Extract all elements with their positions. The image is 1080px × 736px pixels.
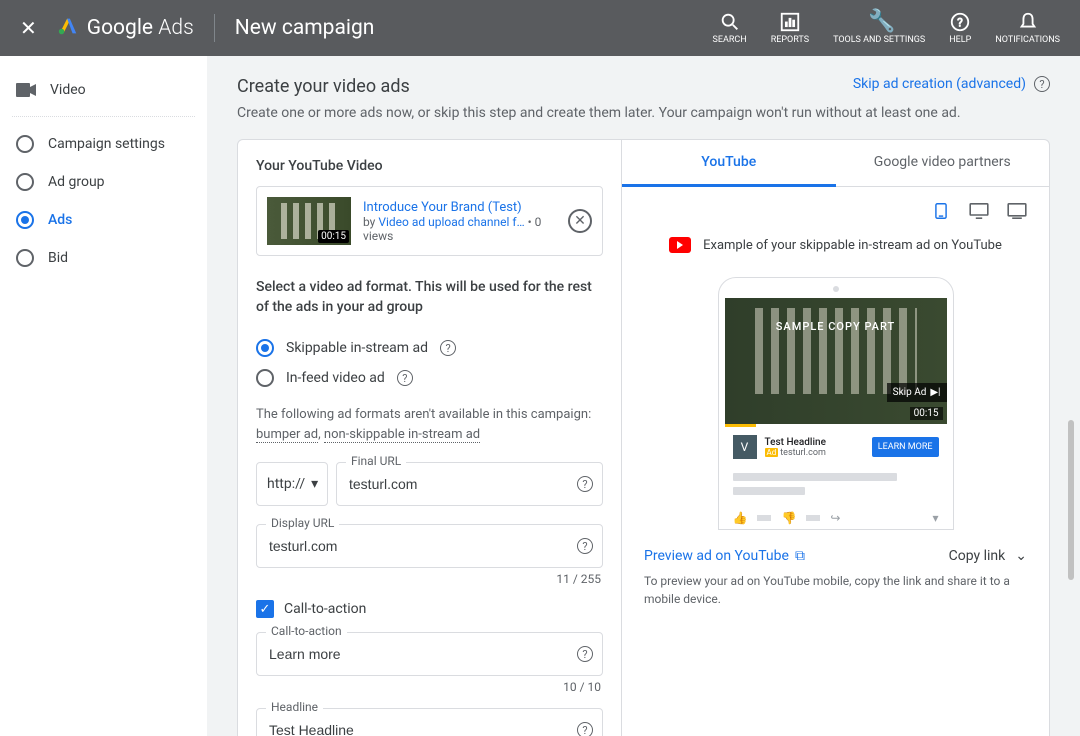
- header-search[interactable]: SEARCH: [713, 11, 747, 45]
- help-icon[interactable]: ?: [440, 340, 456, 356]
- video-actions-row: 👍 👎 ↪ ▾: [725, 507, 947, 529]
- headline-label: Headline: [266, 700, 323, 714]
- video-title-link[interactable]: Introduce Your Brand (Test): [363, 200, 556, 215]
- google-ads-logo-icon: [57, 15, 79, 42]
- duration-badge: 00:15: [318, 230, 349, 243]
- sidebar-item-bid[interactable]: Bid: [12, 239, 195, 277]
- display-url-label: Display URL: [266, 516, 339, 530]
- header-tools[interactable]: 🔧 TOOLS AND SETTINGS: [833, 11, 925, 45]
- your-youtube-video-label: Your YouTube Video: [256, 158, 603, 174]
- preview-example-text: Example of your skippable in-stream ad o…: [703, 238, 1002, 253]
- app-header: ✕ Google Ads New campaign SEARCH REPORTS…: [0, 0, 1080, 56]
- help-icon[interactable]: ?: [397, 370, 413, 386]
- thumbs-up-icon: 👍: [733, 511, 748, 525]
- page-title: New campaign: [235, 16, 375, 40]
- cta-counter: 10 / 10: [258, 680, 601, 694]
- tab-google-video-partners[interactable]: Google video partners: [836, 140, 1050, 186]
- youtube-icon: [669, 237, 691, 253]
- skip-ad-button: Skip Ad▶|: [887, 383, 947, 402]
- remove-video-icon[interactable]: ✕: [568, 209, 592, 233]
- page-heading: Create your video ads: [237, 76, 410, 97]
- display-url-counter: 11 / 255: [258, 572, 601, 586]
- step-icon: [16, 135, 34, 153]
- device-tv-icon[interactable]: [1007, 203, 1027, 219]
- preview-on-youtube-link[interactable]: Preview ad on YouTube⧉: [644, 548, 805, 564]
- video-card: 00:15 Introduce Your Brand (Test) by Vid…: [256, 186, 603, 256]
- protocol-select[interactable]: http:// ▾: [256, 462, 328, 506]
- step-icon: [16, 249, 34, 267]
- header-reports[interactable]: REPORTS: [771, 11, 809, 45]
- skip-ad-creation-link[interactable]: Skip ad creation (advanced) ?: [853, 76, 1050, 92]
- preview-note: To preview your ad on YouTube mobile, co…: [622, 572, 1049, 626]
- divider: [214, 14, 215, 42]
- video-meta: by Video ad upload channel f… • 0 views: [363, 215, 556, 243]
- format-heading: Select a video ad format. This will be u…: [256, 278, 603, 317]
- skip-icon: ▶|: [930, 387, 940, 398]
- ad-form: Your YouTube Video 00:15 Introduce Your …: [238, 140, 622, 736]
- cta-checkbox[interactable]: ✓: [256, 600, 274, 618]
- final-url-label: Final URL: [346, 454, 406, 468]
- final-url-input[interactable]: [336, 462, 603, 506]
- caret-down-icon: ▾: [932, 511, 938, 525]
- close-icon[interactable]: ✕: [20, 16, 37, 40]
- preview-headline: Test Headline: [765, 437, 864, 448]
- video-thumbnail[interactable]: 00:15: [267, 197, 351, 245]
- sidebar-item-ads[interactable]: Ads: [12, 201, 195, 239]
- phone-camera-icon: [833, 286, 839, 292]
- open-external-icon: ⧉: [795, 548, 805, 564]
- page-subtext: Create one or more ads now, or skip this…: [237, 105, 1050, 121]
- thumbs-down-icon: 👎: [781, 511, 796, 525]
- chevron-down-icon: ⌄: [1015, 548, 1027, 564]
- placeholder-bar: [733, 473, 898, 481]
- channel-link[interactable]: Video ad upload channel f…: [378, 215, 524, 229]
- step-icon: [16, 211, 34, 229]
- sidebar-section-video[interactable]: Video: [12, 72, 195, 108]
- radio-icon: [256, 339, 274, 357]
- display-url-input[interactable]: [256, 524, 603, 568]
- radio-skippable-instream[interactable]: Skippable in-stream ad ?: [256, 333, 603, 363]
- help-icon[interactable]: ?: [577, 646, 593, 662]
- content: Create your video ads Skip ad creation (…: [207, 56, 1080, 736]
- brand-text: Google Ads: [87, 16, 194, 40]
- preview-panel: YouTube Google video partners Example of…: [622, 140, 1049, 736]
- svg-text:?: ?: [957, 16, 963, 30]
- cta-input[interactable]: [256, 632, 603, 676]
- video-icon: [16, 80, 36, 100]
- cta-label: Call-to-action: [266, 624, 347, 638]
- preview-url: testurl.com: [780, 448, 826, 458]
- step-icon: [16, 173, 34, 191]
- radio-infeed-video[interactable]: In-feed video ad ?: [256, 363, 603, 393]
- unavailable-formats-note: The following ad formats aren't availabl…: [256, 405, 603, 444]
- share-icon: ↪: [830, 511, 840, 525]
- help-icon[interactable]: ?: [577, 538, 593, 554]
- help-icon[interactable]: ?: [577, 476, 593, 492]
- header-help[interactable]: ? HELP: [949, 11, 971, 45]
- radio-icon: [256, 369, 274, 387]
- wrench-icon: 🔧: [868, 11, 890, 33]
- sidebar: Video Campaign settings Ad group Ads Bid: [0, 56, 207, 736]
- cta-section-label: Call-to-action: [284, 601, 366, 617]
- duration-badge: 00:15: [910, 407, 943, 420]
- sidebar-item-ad-group[interactable]: Ad group: [12, 163, 195, 201]
- video-player-preview: SAMPLE COPY PART Skip Ad▶| 00:15: [725, 298, 947, 424]
- placeholder-bar: [733, 487, 805, 495]
- header-notifications[interactable]: NOTIFICATIONS: [995, 11, 1060, 45]
- caret-down-icon: ▾: [311, 476, 318, 492]
- help-icon[interactable]: ?: [1034, 76, 1050, 92]
- help-icon[interactable]: ?: [577, 722, 593, 736]
- device-desktop-icon[interactable]: [969, 203, 989, 219]
- copy-link-button[interactable]: Copy link⌄: [949, 548, 1027, 564]
- sidebar-item-campaign-settings[interactable]: Campaign settings: [12, 125, 195, 163]
- ad-badge: Ad: [765, 448, 779, 457]
- device-mobile-icon[interactable]: [931, 203, 951, 219]
- tab-youtube[interactable]: YouTube: [622, 140, 836, 187]
- scrollbar[interactable]: [1068, 420, 1074, 580]
- learn-more-button: LEARN MORE: [872, 437, 939, 457]
- avatar: V: [733, 435, 757, 459]
- phone-preview: SAMPLE COPY PART Skip Ad▶| 00:15 V Test …: [718, 277, 954, 530]
- divider: [12, 116, 195, 117]
